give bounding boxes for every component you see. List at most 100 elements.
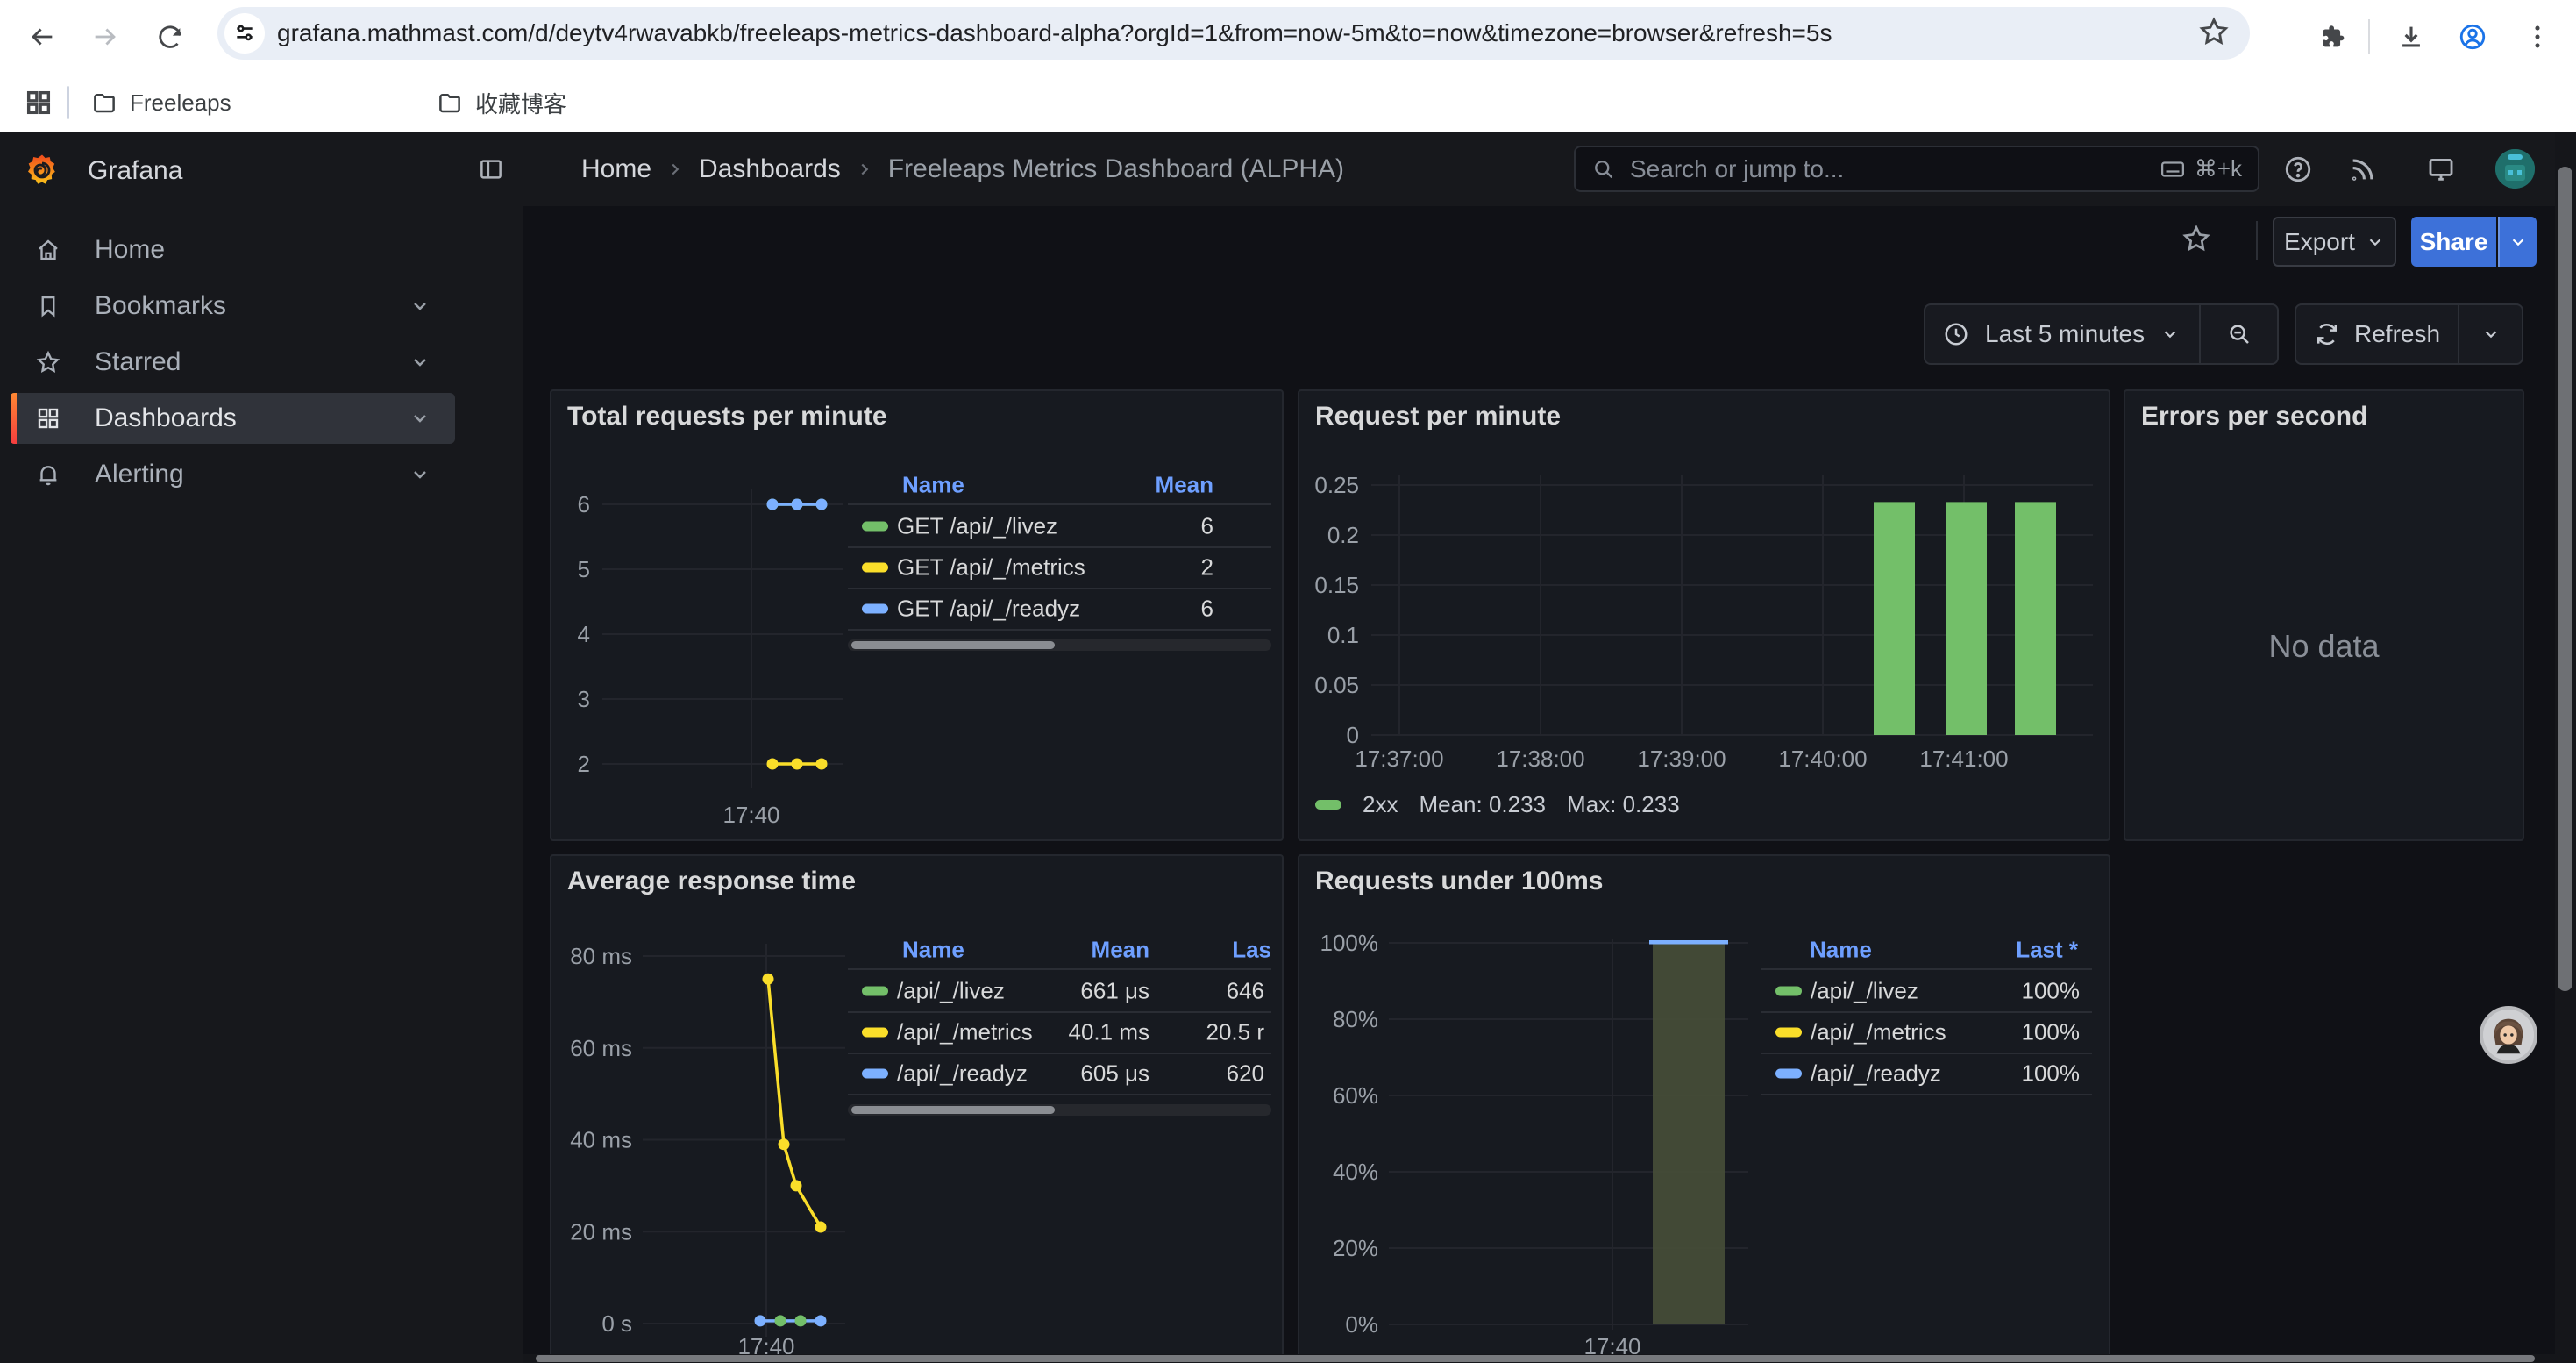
product-name: Grafana <box>88 156 182 186</box>
download-icon[interactable] <box>2392 18 2430 56</box>
sidebar-item-bookmarks[interactable]: Bookmarks <box>11 281 455 332</box>
bookmark-folder[interactable]: Freeleaps <box>91 81 231 125</box>
legend-row[interactable]: GET /api/_/metrics2 <box>848 546 1271 588</box>
time-range-picker[interactable]: Last 5 minutes <box>1924 303 2279 365</box>
legend-column-header[interactable]: Mean <box>1092 937 1149 964</box>
svg-text:0.1: 0.1 <box>1327 622 1359 648</box>
series-color-pill[interactable] <box>862 1068 888 1078</box>
sidebar-item-starred[interactable]: Starred <box>11 337 455 388</box>
series-value: 661 μs <box>1080 977 1149 1004</box>
legend-row[interactable]: /api/_/metrics100% <box>1761 1011 2092 1053</box>
bookmarks-divider <box>67 86 69 119</box>
news-rss-icon[interactable] <box>2345 151 2381 188</box>
legend-column-header[interactable]: Name <box>1810 937 1872 964</box>
bookmark-folder[interactable]: 收藏博客 <box>437 81 566 125</box>
refresh-picker[interactable]: Refresh <box>2295 303 2523 365</box>
svg-text:6: 6 <box>578 491 590 517</box>
legend-scrollbar[interactable] <box>848 639 1271 651</box>
series-value: 100% <box>2022 1060 2081 1087</box>
legend-table[interactable]: Name Mean GET /api/_/livez6GET /api/_/metr… <box>848 467 1271 660</box>
star-icon <box>35 349 61 375</box>
search-shortcut: ⌘+k <box>2160 155 2242 182</box>
zoom-out-icon[interactable] <box>2226 321 2252 347</box>
legend-row[interactable]: /api/_/livez100% <box>1761 970 2092 1011</box>
series-color-pill[interactable] <box>862 1027 888 1037</box>
legend-column-header[interactable]: Las <box>1232 937 1271 964</box>
horizontal-scrollbar[interactable] <box>523 1354 2576 1363</box>
url-text[interactable]: grafana.mathmast.com/d/deytv4rwavabkb/fr… <box>277 19 2250 47</box>
user-avatar[interactable] <box>2495 149 2535 189</box>
profile-icon[interactable] <box>2453 18 2492 56</box>
breadcrumb-item[interactable]: Dashboards <box>699 154 841 184</box>
bookmark-folder-label: Freeleaps <box>130 89 231 117</box>
scrollbar-thumb[interactable] <box>851 641 1055 649</box>
legend-column-header[interactable]: Name <box>902 937 964 964</box>
sidebar-toggle-icon[interactable] <box>478 156 504 182</box>
search-input[interactable]: Search or jump to... ⌘+k <box>1574 146 2259 192</box>
scrollbar-thumb[interactable] <box>851 1106 1055 1114</box>
browser-menu-icon[interactable] <box>2518 18 2557 56</box>
legend-column-header[interactable]: Last * <box>2016 937 2078 964</box>
breadcrumb-item[interactable]: Home <box>581 154 651 184</box>
keyboard-icon <box>2160 156 2186 182</box>
panel-title: Errors per second <box>2141 402 2367 432</box>
panel-average-response-time[interactable]: Average response time 80 ms60 ms40 ms20 … <box>550 854 1284 1361</box>
request-per-minute-chart: 0.250.20.150.10.05017:37:0017:38:0017:39… <box>1299 391 2112 843</box>
legend-row[interactable]: GET /api/_/livez6 <box>848 505 1271 546</box>
grafana-logo-icon[interactable] <box>25 153 60 188</box>
grafana-app: Grafana HomeBookmarksStarredDashboardsAl… <box>0 132 2576 1363</box>
main-area: HomeDashboardsFreeleaps Metrics Dashboar… <box>523 132 2576 1363</box>
panel-errors-per-second[interactable]: Errors per second No data <box>2124 389 2524 841</box>
group-divider <box>2458 305 2459 363</box>
legend-row[interactable]: /api/_/readyz605 μs620 <box>848 1053 1271 1094</box>
series-color-pill[interactable] <box>1775 1068 1802 1078</box>
legend-scrollbar[interactable] <box>848 1104 1271 1116</box>
series-color-pill[interactable] <box>862 603 888 613</box>
legend-header: Name Mean <box>848 467 1271 503</box>
panel-request-per-minute[interactable]: Request per minute 0.250.20.150.10.05017… <box>1298 389 2110 841</box>
share-button[interactable]: Share <box>2411 217 2496 267</box>
extensions-icon[interactable] <box>2315 18 2353 56</box>
sidebar-item-home[interactable]: Home <box>11 225 455 275</box>
legend-item-2xx[interactable]: 2xx Mean: 0.233 Max: 0.233 <box>1315 791 1680 818</box>
apps-grid-icon[interactable] <box>19 83 58 122</box>
scrollbar-thumb[interactable] <box>536 1355 2535 1362</box>
series-color-pill[interactable] <box>862 562 888 572</box>
series-name: /api/_/metrics <box>1811 1018 1946 1045</box>
series-color-pill[interactable] <box>1775 986 1802 995</box>
legend-column-header[interactable]: Name <box>902 472 964 499</box>
svg-text:4: 4 <box>578 621 590 647</box>
forward-button[interactable] <box>86 18 125 56</box>
series-color-pill[interactable] <box>862 986 888 995</box>
panel-total-requests[interactable]: Total requests per minute 6543217:40 Nam… <box>550 389 1284 841</box>
series-color-pill[interactable] <box>1775 1027 1802 1037</box>
reload-button[interactable] <box>151 18 189 56</box>
series-name: 2xx <box>1363 791 1398 818</box>
address-bar[interactable]: grafana.mathmast.com/d/deytv4rwavabkb/fr… <box>217 7 2250 60</box>
bookmark-star-icon[interactable] <box>2197 15 2234 52</box>
site-settings-icon[interactable] <box>224 13 265 54</box>
share-menu-button[interactable] <box>2498 217 2537 267</box>
back-button[interactable] <box>23 18 61 56</box>
help-icon[interactable] <box>2280 151 2316 188</box>
favorite-star-icon[interactable] <box>2181 223 2212 254</box>
monitor-icon[interactable] <box>2423 151 2459 188</box>
assistant-avatar-widget[interactable] <box>2480 1006 2537 1064</box>
svg-text:100%: 100% <box>1320 930 1379 956</box>
legend-table[interactable]: Name Mean Las/api/_/livez661 μs646/api/_/m… <box>848 931 1271 1129</box>
sidebar-item-label: Bookmarks <box>95 291 226 321</box>
legend-row[interactable]: /api/_/metrics40.1 ms20.5 r <box>848 1011 1271 1053</box>
series-color-pill[interactable] <box>862 521 888 531</box>
sidebar-item-dashboards[interactable]: Dashboards <box>11 393 455 444</box>
vertical-scrollbar[interactable] <box>2555 132 2576 1363</box>
panel-requests-under-100ms[interactable]: Requests under 100ms 100%80%60%40%20%0%1… <box>1298 854 2110 1361</box>
legend-row[interactable]: /api/_/readyz100% <box>1761 1053 2092 1094</box>
legend-table[interactable]: NameLast */api/_/livez100%/api/_/metrics… <box>1761 931 2092 1116</box>
legend-row[interactable]: GET /api/_/readyz6 <box>848 588 1271 629</box>
legend-row[interactable]: /api/_/livez661 μs646 <box>848 970 1271 1011</box>
export-button[interactable]: Export <box>2273 217 2396 267</box>
sidebar-item-alerting[interactable]: Alerting <box>11 449 455 500</box>
scrollbar-thumb[interactable] <box>2558 167 2572 991</box>
svg-text:0%: 0% <box>1345 1311 1378 1338</box>
legend-column-header[interactable]: Mean <box>1156 472 1213 499</box>
